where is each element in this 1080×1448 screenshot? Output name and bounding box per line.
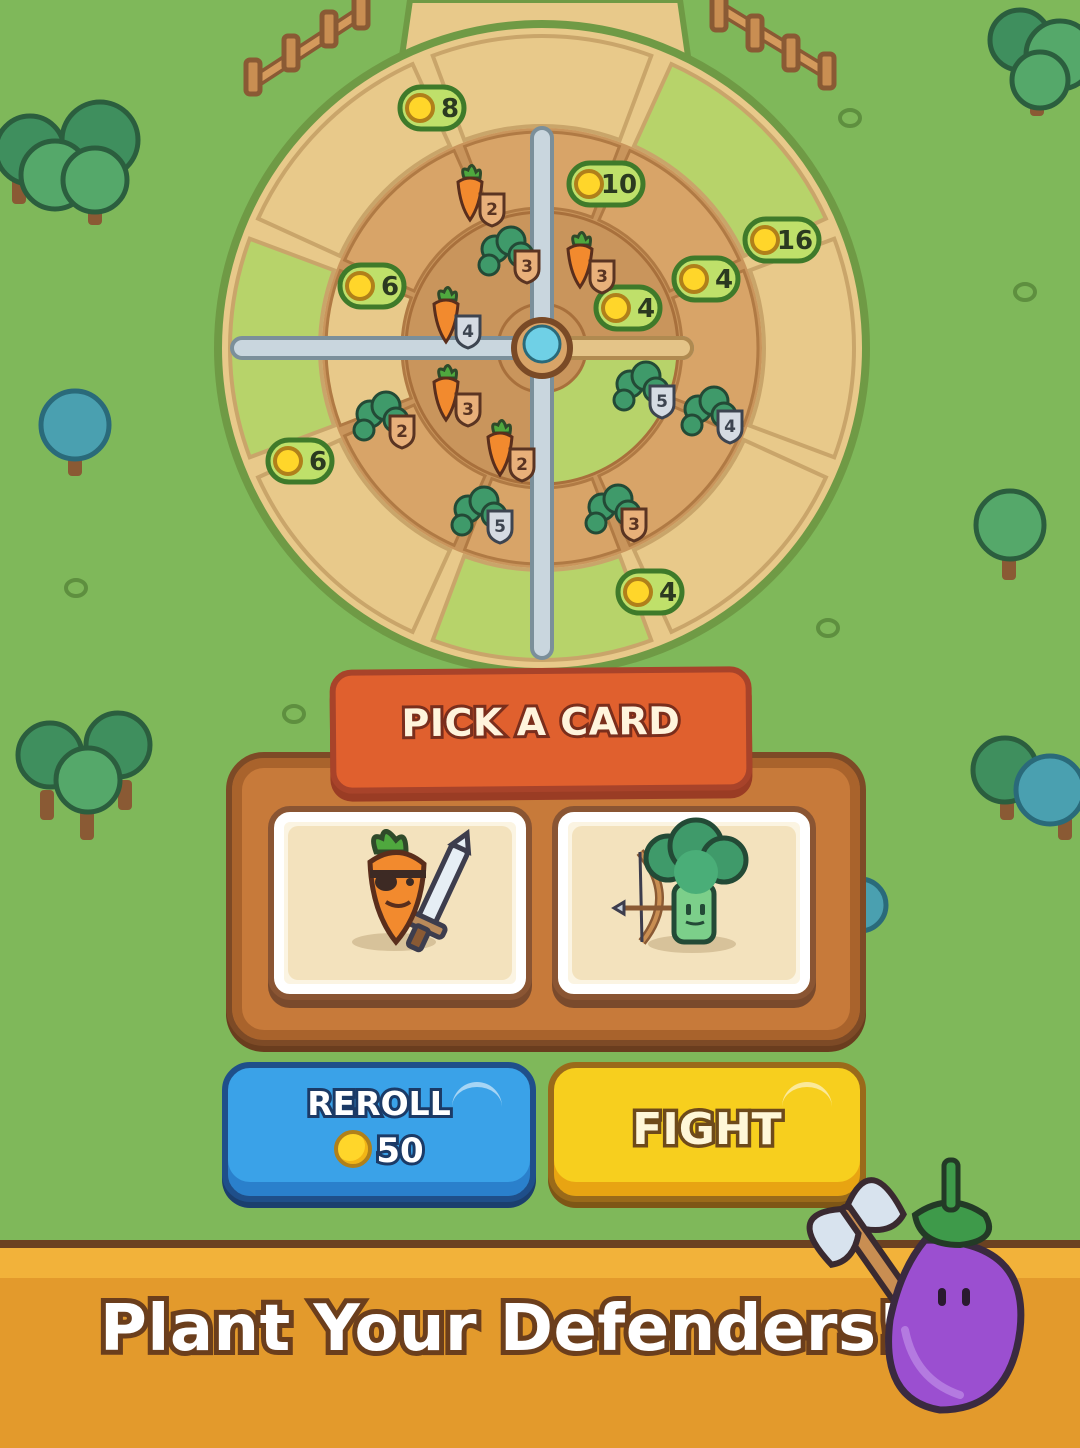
coin-price-value: 4 <box>715 265 733 295</box>
tree-cluster-top-right <box>987 7 1080 116</box>
coin-price-badge: 4 <box>615 568 685 616</box>
unit-level: 3 <box>628 515 640 535</box>
coin-price-value: 4 <box>637 294 655 324</box>
tree-cluster-right-lower <box>831 735 1080 934</box>
fight-button[interactable]: FIGHT <box>548 1062 866 1202</box>
coin-price-badge: 4 <box>671 255 741 303</box>
pick-a-card-banner: PICK A CARD <box>329 666 753 794</box>
coin-price-value: 16 <box>777 226 813 256</box>
fight-label: FIGHT <box>629 1101 785 1159</box>
broccoli-with-bow-icon <box>611 817 749 953</box>
unit-level: 4 <box>724 417 736 437</box>
coin-icon <box>574 169 604 199</box>
pick-a-card-title: PICK A CARD <box>398 696 683 748</box>
broccoli-icon <box>352 418 376 442</box>
broccoli-icon <box>477 253 501 277</box>
unit-level: 3 <box>596 267 608 287</box>
level-shield: 3 <box>588 259 616 295</box>
coin-price-badge: 4 <box>593 284 663 332</box>
level-shield: 3 <box>620 507 648 543</box>
tree-right-middle <box>973 488 1047 580</box>
unit-level: 5 <box>656 392 668 412</box>
card-carrot-swordsman[interactable] <box>268 806 532 1000</box>
coin-icon <box>405 93 435 123</box>
coin-price-badge: 8 <box>397 84 467 132</box>
reroll-label: REROLL <box>304 1081 453 1126</box>
unit-level: 3 <box>462 400 474 420</box>
tree-cluster-top-left <box>0 99 141 225</box>
reroll-cost: 50 <box>228 1128 530 1174</box>
well-water <box>522 324 562 364</box>
tree-left-middle <box>38 388 112 476</box>
level-shield: 5 <box>648 384 676 420</box>
coin-icon <box>601 293 631 323</box>
coin-price-badge: 6 <box>337 262 407 310</box>
unit-level: 2 <box>396 422 408 442</box>
reroll-cost-value: 50 <box>373 1128 426 1174</box>
outer-plot <box>430 34 654 143</box>
tree-cluster-left-lower <box>15 710 153 840</box>
coin-icon <box>273 446 303 476</box>
level-shield: 5 <box>486 509 514 545</box>
broccoli-icon <box>584 511 608 535</box>
water-pipe <box>530 126 554 660</box>
reroll-button[interactable]: REROLL 50 <box>222 1062 536 1202</box>
coin-price-value: 10 <box>601 170 637 200</box>
unit-level: 4 <box>462 322 474 342</box>
outer-plot <box>747 236 856 460</box>
unit-level: 2 <box>486 200 498 220</box>
level-shield: 3 <box>454 392 482 428</box>
coin-price-value: 6 <box>381 272 399 302</box>
fence-right <box>709 0 837 91</box>
promo-tagline: Plant Your Defenders! <box>95 1287 911 1371</box>
coin-icon <box>334 1130 373 1168</box>
level-shield: 2 <box>388 414 416 450</box>
coin-icon <box>750 225 780 255</box>
coin-icon <box>345 271 375 301</box>
banner-highlight <box>0 1248 1080 1278</box>
farm-wheel: 8 10 16 6 4 4 6 4 2 3 3 4 5 4 3 2 2 5 3 <box>214 20 870 676</box>
level-shield: 4 <box>454 314 482 350</box>
broccoli-icon <box>612 388 636 412</box>
card-broccoli-archer[interactable] <box>552 806 816 1000</box>
coin-icon <box>623 577 653 607</box>
level-shield: 2 <box>478 192 506 228</box>
broccoli-icon <box>680 413 704 437</box>
coin-price-value: 6 <box>309 447 327 477</box>
coin-price-value: 8 <box>441 94 459 124</box>
broccoli-icon <box>450 513 474 537</box>
level-shield: 3 <box>513 249 541 285</box>
unit-level: 5 <box>494 517 506 537</box>
unit-level: 3 <box>521 257 533 277</box>
coin-price-badge: 10 <box>566 160 646 208</box>
unit-level: 2 <box>516 455 528 475</box>
coin-price-badge: 6 <box>265 437 335 485</box>
carrot-with-sword-icon <box>352 828 472 953</box>
level-shield: 4 <box>716 409 744 445</box>
coin-price-value: 4 <box>659 578 677 608</box>
coin-icon <box>679 264 709 294</box>
coin-price-badge: 16 <box>742 216 822 264</box>
level-shield: 2 <box>508 447 536 483</box>
fence-left <box>243 0 371 97</box>
